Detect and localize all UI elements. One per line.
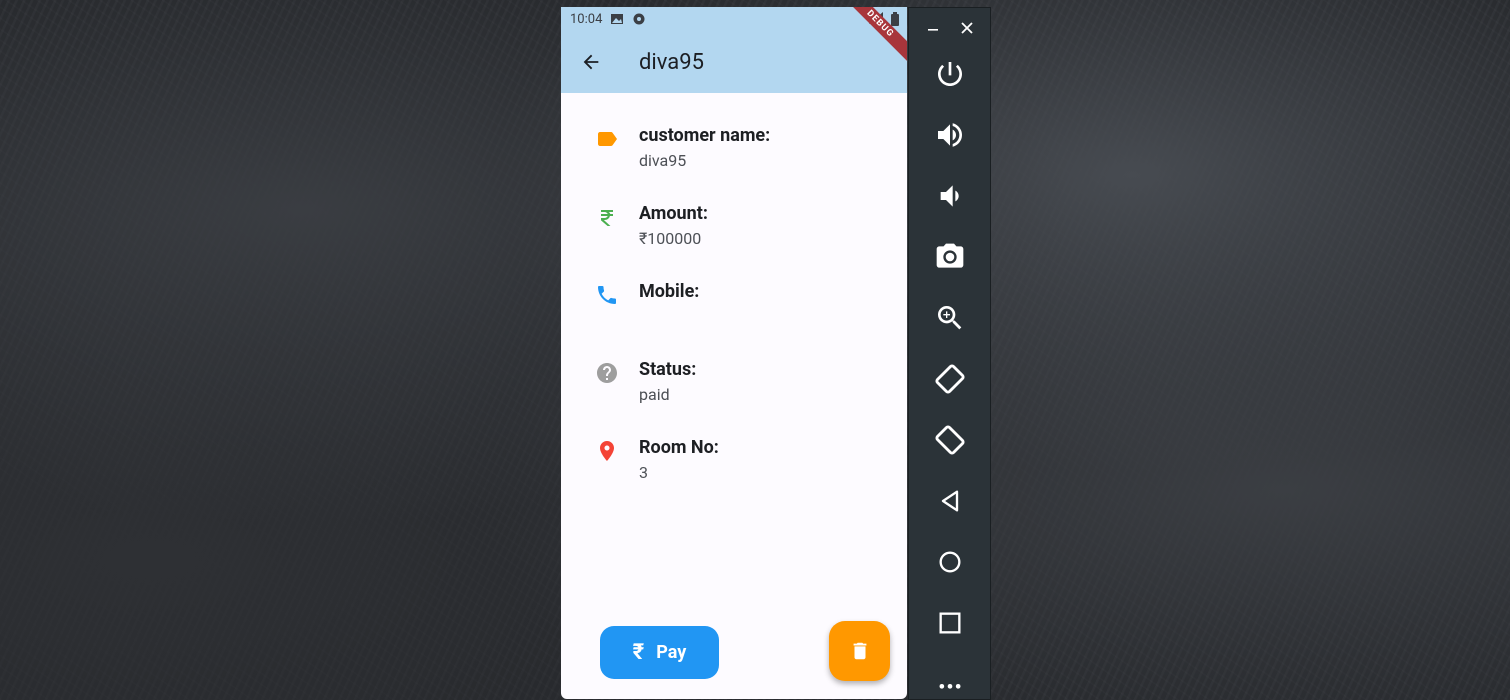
close-icon[interactable]	[957, 18, 977, 38]
circle-home-icon	[939, 551, 961, 573]
phone-icon	[598, 286, 616, 304]
help-icon	[597, 363, 617, 383]
triangle-back-icon	[941, 490, 959, 512]
zoom-in-icon	[938, 306, 962, 330]
pay-button[interactable]: ₹ Pay	[600, 626, 719, 679]
volume-down-icon	[940, 185, 959, 207]
detail-row-status: Status: paid	[561, 327, 907, 405]
detail-value: paid	[639, 385, 670, 404]
detail-label: Amount:	[639, 203, 708, 224]
app-bar: diva95	[561, 31, 907, 93]
more-button[interactable]	[930, 664, 970, 700]
status-bar: 10:04	[561, 7, 907, 31]
detail-value: ₹100000	[639, 229, 702, 248]
app-notification-icon	[633, 13, 645, 25]
emulator-window-controls	[909, 8, 992, 48]
phone-screen: 10:04 diva95 DEBUG customer name: diva95…	[561, 7, 907, 699]
detail-value: 3	[639, 463, 648, 482]
rotate-left-button[interactable]	[930, 359, 970, 399]
camera-icon	[936, 243, 964, 268]
detail-row-room-no: Room No: 3	[561, 405, 907, 483]
pay-button-label: Pay	[656, 642, 687, 663]
delete-button[interactable]	[829, 621, 890, 681]
detail-value: diva95	[639, 151, 687, 170]
trash-icon	[853, 642, 866, 660]
volume-down-button[interactable]	[930, 176, 970, 216]
arrow-back-icon	[583, 54, 599, 70]
image-notification-icon	[611, 14, 624, 24]
rotate-right-icon	[935, 425, 965, 455]
detail-row-customer-name: customer name: diva95	[561, 93, 907, 171]
detail-label: customer name:	[639, 125, 771, 146]
battery-icon	[891, 12, 899, 26]
volume-up-icon	[938, 123, 962, 147]
label-icon	[598, 132, 617, 146]
volume-up-button[interactable]	[930, 115, 970, 155]
nav-back-button[interactable]	[930, 481, 970, 521]
rupee-icon	[601, 210, 613, 226]
rotate-right-button[interactable]	[930, 420, 970, 460]
nav-home-button[interactable]	[930, 542, 970, 582]
minimize-icon[interactable]	[923, 20, 943, 38]
rupee-icon: ₹	[632, 640, 645, 665]
screenshot-button[interactable]	[930, 237, 970, 277]
back-button[interactable]	[561, 31, 621, 93]
detail-label: Status:	[639, 359, 697, 380]
emulator-toolbar	[908, 7, 991, 700]
zoom-button[interactable]	[930, 298, 970, 338]
detail-label: Room No:	[639, 437, 719, 458]
status-time: 10:04	[570, 11, 603, 27]
page-title: diva95	[639, 49, 704, 75]
rotate-left-icon	[935, 364, 965, 394]
power-button[interactable]	[930, 54, 970, 94]
detail-row-mobile: Mobile:	[561, 249, 907, 327]
detail-label: Mobile:	[639, 281, 700, 302]
location-pin-icon	[600, 441, 614, 461]
nav-overview-button[interactable]	[930, 603, 970, 643]
detail-row-amount: Amount: ₹100000	[561, 171, 907, 249]
more-horiz-icon	[939, 684, 961, 689]
power-icon	[938, 62, 962, 86]
square-overview-icon	[939, 612, 961, 634]
